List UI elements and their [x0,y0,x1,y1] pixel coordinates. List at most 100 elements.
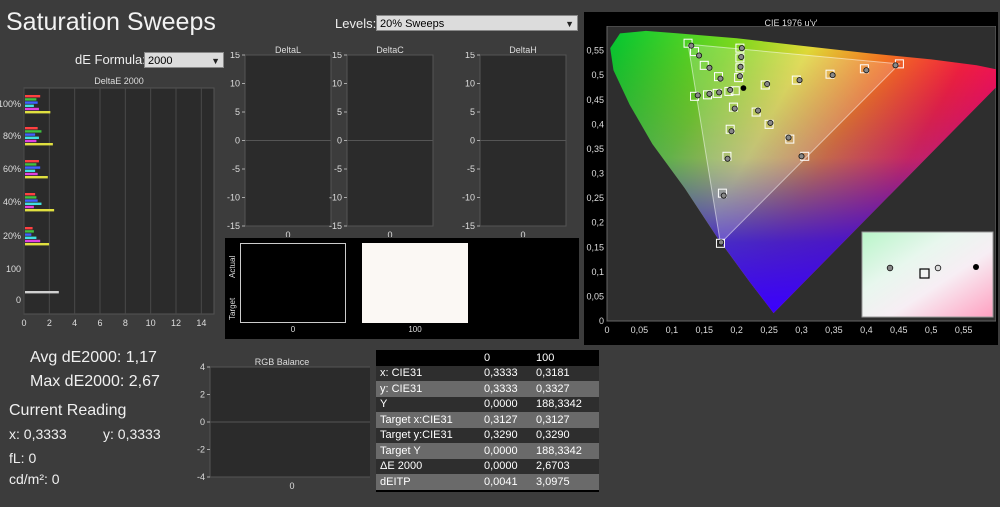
rgb-ytick: 0 [200,417,205,427]
deltae-xtick: 14 [196,318,206,328]
cie-measured-point [724,155,731,162]
chevron-down-icon: ▼ [211,56,220,66]
cie-ytick: 0,15 [586,242,604,252]
swatch-label-0: 0 [290,325,296,334]
cie-measured-point [706,64,713,71]
cie-measured-point [727,86,734,93]
swatch-label-100: 100 [408,325,422,334]
deltah-ytick: 0 [470,136,475,146]
deltah-chart: 15 10 5 0 -5 -10 -15 0 [462,52,567,237]
rgb-ytick: 4 [200,362,205,372]
deltah-ytick: -5 [467,164,475,174]
cie-ytick: 0,4 [591,119,604,129]
deltae-xtick: 0 [21,318,26,328]
deltae-bar [25,111,51,114]
page-title: Saturation Sweeps [6,8,216,36]
cie-ytick: 0,35 [586,144,604,154]
cie-measured-point [718,239,725,246]
cie-ytick: 0,1 [591,267,604,277]
cie-xtick: 0,4 [860,325,873,335]
cie-measured-point [764,81,771,88]
cie-measured-point [728,128,735,135]
deltae-bar [25,98,37,101]
cie-measured-point [755,107,762,114]
deltae-bar [25,130,42,133]
deltae-bar [25,236,37,239]
data-table-panel: 0 100 x: CIE31 0,3333 0,3181 y: CIE31 0,3333… [376,350,599,492]
deltac-xtick: 0 [387,230,392,237]
deltae-bar [25,163,37,166]
deltah-ytick: -15 [462,221,475,231]
deltae-bar [25,227,33,230]
deltae-bar [25,176,48,179]
current-x: x: 0,3333 [9,426,67,442]
deltae-category-label: 80% [3,131,21,141]
cie-measured-point [720,192,727,199]
deltae-bar [25,172,38,176]
levels-select[interactable]: 20% Sweeps ▼ [376,15,578,31]
deltae-xtick: 12 [171,318,181,328]
cie-measured-point [688,42,695,49]
table-row: Y 0,0000 188,3342 [376,396,599,412]
cie-measured-point [736,73,743,80]
de-formula-value: 2000 [148,55,173,67]
deltal-ytick: 5 [235,107,240,117]
rgb-ytick: -4 [197,472,205,482]
deltae-bar [25,193,36,196]
current-y: y: 0,3333 [103,426,161,442]
swatch-panel: Actual Target 0 100 [225,238,579,339]
cie-ytick: 0,3 [591,169,604,179]
deltal-chart: 15 10 5 0 -5 -10 -15 0 [227,52,332,237]
cie-inset-current-point [973,264,979,270]
deltae-bar [25,104,34,107]
cie-measured-point [738,53,745,60]
deltal-ytick: 15 [230,52,240,60]
deltae-bar [25,199,38,202]
de-formula-label: dE Formula: [75,52,146,67]
data-table: 0 100 x: CIE31 0,3333 0,3181 y: CIE31 0,3333… [376,350,599,490]
deltal-ytick: -15 [227,221,240,231]
deltae-bar [25,243,50,246]
cie-measured-point [716,89,723,96]
deltac-ytick: -5 [334,164,342,174]
cie-chart: 0 0,05 0,1 0,15 0,2 0,25 0,3 0,35 0,4 0,45 0,5 0,55… [586,26,996,335]
deltae-xtick: 4 [72,318,77,328]
table-row: x: CIE31 0,3333 0,3181 [376,365,599,381]
deltac-ytick: 5 [337,107,342,117]
cie-measured-point [785,134,792,141]
deltae-bar [25,166,41,169]
deltal-ytick: -5 [232,164,240,174]
cie-xtick: 0,45 [890,325,908,335]
deltae-bar [25,139,37,143]
deltae-bar [25,133,36,136]
rgb-xtick: 0 [289,481,294,491]
table-row: dEITP 0,0041 3,0975 [376,474,599,490]
deltal-ytick: 10 [230,79,240,89]
table-row: y: CIE31 0,3333 0,3327 [376,381,599,397]
cie-ytick: 0,55 [586,46,604,56]
deltac-ytick: 0 [337,136,342,146]
deltac-ytick: 10 [332,79,342,89]
cie-inset-zoom [861,231,994,318]
cie-current-point [740,85,747,91]
deltae-plot-area [23,87,215,315]
deltae-bar [25,160,39,163]
deltac-ytick: 15 [332,52,342,60]
de-formula-select[interactable]: 2000 ▼ [144,52,224,68]
cie-measured-point [717,75,724,82]
deltae-category-label: 20% [3,231,21,241]
deltae-bar [25,205,34,209]
cie-xtick: 0,35 [825,325,843,335]
deltae-bar [25,169,36,172]
deltae-xtick: 8 [123,318,128,328]
cie-xtick: 0,1 [666,325,679,335]
deltae-category-label: 0 [16,295,21,305]
cie-measured-point [731,105,738,112]
cie-measured-point [767,119,774,126]
deltae-bar [25,196,37,199]
avg-de: Avg dE2000: 1,17 [30,349,157,366]
cie-measured-point [796,77,803,84]
max-de: Max dE2000: 2,67 [30,373,160,390]
deltae-bar [25,107,39,111]
cie-xtick: 0,2 [730,325,743,335]
